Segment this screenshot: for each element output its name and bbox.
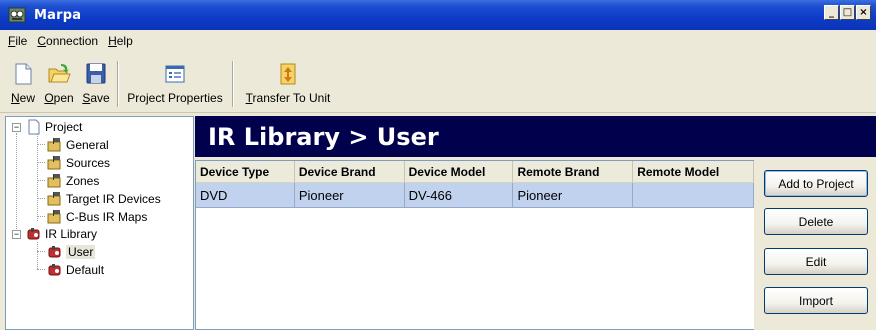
collapse-icon[interactable]: − bbox=[12, 229, 21, 239]
folder-flag-icon bbox=[47, 138, 61, 152]
minimize-button[interactable]: _ bbox=[824, 5, 839, 20]
tree-connector bbox=[37, 251, 45, 252]
tree-connector bbox=[37, 162, 45, 163]
list-row[interactable]: DVD Pioneer DV-466 Pioneer bbox=[196, 183, 754, 208]
add-to-project-button[interactable]: Add to Project bbox=[764, 170, 868, 197]
project-properties-button[interactable]: Project Properties bbox=[118, 55, 232, 111]
folder-flag-icon bbox=[47, 174, 61, 188]
tree-item-target-ir-devices[interactable]: Target IR Devices bbox=[47, 191, 161, 207]
cell-device-brand: Pioneer bbox=[295, 183, 405, 207]
column-header[interactable]: Device Type bbox=[196, 161, 295, 182]
column-header[interactable]: Device Brand bbox=[295, 161, 405, 182]
tree-item-default[interactable]: Default bbox=[47, 262, 104, 278]
delete-button[interactable]: Delete bbox=[764, 208, 868, 235]
device-list[interactable]: Device Type Device Brand Device Model Re… bbox=[195, 160, 754, 330]
tree-connector bbox=[37, 198, 45, 199]
transfer-icon bbox=[280, 63, 296, 85]
menu-help[interactable]: Help bbox=[108, 34, 133, 48]
ir-remote-icon bbox=[27, 228, 40, 240]
new-file-icon bbox=[15, 63, 32, 85]
import-button[interactable]: Import bbox=[764, 287, 868, 314]
close-button[interactable]: × bbox=[856, 5, 871, 20]
ir-remote-icon bbox=[48, 246, 61, 258]
toolbar: New Open Save Project Properties Transfe… bbox=[0, 55, 876, 113]
tree-item-user[interactable]: User bbox=[47, 244, 96, 260]
new-button[interactable]: New bbox=[6, 55, 40, 111]
tree-item-ir-library[interactable]: − IR Library bbox=[12, 226, 97, 242]
maximize-button[interactable]: □ bbox=[840, 5, 855, 20]
title-bar[interactable]: Marpa _ □ × bbox=[0, 0, 876, 30]
project-tree[interactable]: − Project General Sources Zones Target I… bbox=[5, 116, 194, 330]
menu-file[interactable]: File bbox=[8, 34, 27, 48]
menu-bar: File Connection Help bbox=[0, 30, 876, 52]
tree-item-sources[interactable]: Sources bbox=[47, 155, 110, 171]
tree-connector bbox=[37, 269, 45, 270]
cell-remote-model bbox=[633, 183, 754, 207]
tree-item-project[interactable]: − Project bbox=[12, 119, 82, 135]
save-button[interactable]: Save bbox=[78, 55, 114, 111]
edit-button[interactable]: Edit bbox=[764, 248, 868, 275]
ir-remote-icon bbox=[48, 264, 61, 276]
properties-icon bbox=[165, 65, 185, 83]
tree-connector bbox=[37, 144, 45, 145]
page-title: IR Library > User bbox=[195, 116, 876, 157]
cell-remote-brand: Pioneer bbox=[513, 183, 634, 207]
list-header: Device Type Device Brand Device Model Re… bbox=[196, 161, 754, 183]
window-controls: _ □ × bbox=[824, 5, 871, 20]
open-folder-icon bbox=[48, 64, 71, 83]
transfer-to-unit-button[interactable]: Transfer To Unit bbox=[233, 55, 343, 111]
tree-connector bbox=[37, 133, 38, 221]
column-header[interactable]: Remote Model bbox=[633, 161, 754, 182]
tree-connector bbox=[37, 180, 45, 181]
column-header[interactable]: Device Model bbox=[405, 161, 514, 182]
tree-connector bbox=[16, 133, 17, 231]
cell-device-model: DV-466 bbox=[405, 183, 514, 207]
app-icon bbox=[6, 4, 28, 26]
tree-item-zones[interactable]: Zones bbox=[47, 173, 99, 189]
collapse-icon[interactable]: − bbox=[12, 122, 21, 132]
menu-connection[interactable]: Connection bbox=[37, 34, 98, 48]
folder-flag-icon bbox=[47, 210, 61, 224]
save-disk-icon bbox=[86, 63, 106, 84]
tree-connector bbox=[37, 216, 45, 217]
tree-connector bbox=[37, 242, 38, 269]
folder-flag-icon bbox=[47, 192, 61, 206]
column-header[interactable]: Remote Brand bbox=[513, 161, 634, 182]
tree-item-cbus-ir-maps[interactable]: C-Bus IR Maps bbox=[47, 209, 147, 225]
tree-item-general[interactable]: General bbox=[47, 137, 109, 153]
project-document-icon bbox=[28, 119, 40, 135]
window-title: Marpa bbox=[34, 7, 82, 23]
open-button[interactable]: Open bbox=[40, 55, 78, 111]
folder-flag-icon bbox=[47, 156, 61, 170]
cell-device-type: DVD bbox=[196, 183, 295, 207]
